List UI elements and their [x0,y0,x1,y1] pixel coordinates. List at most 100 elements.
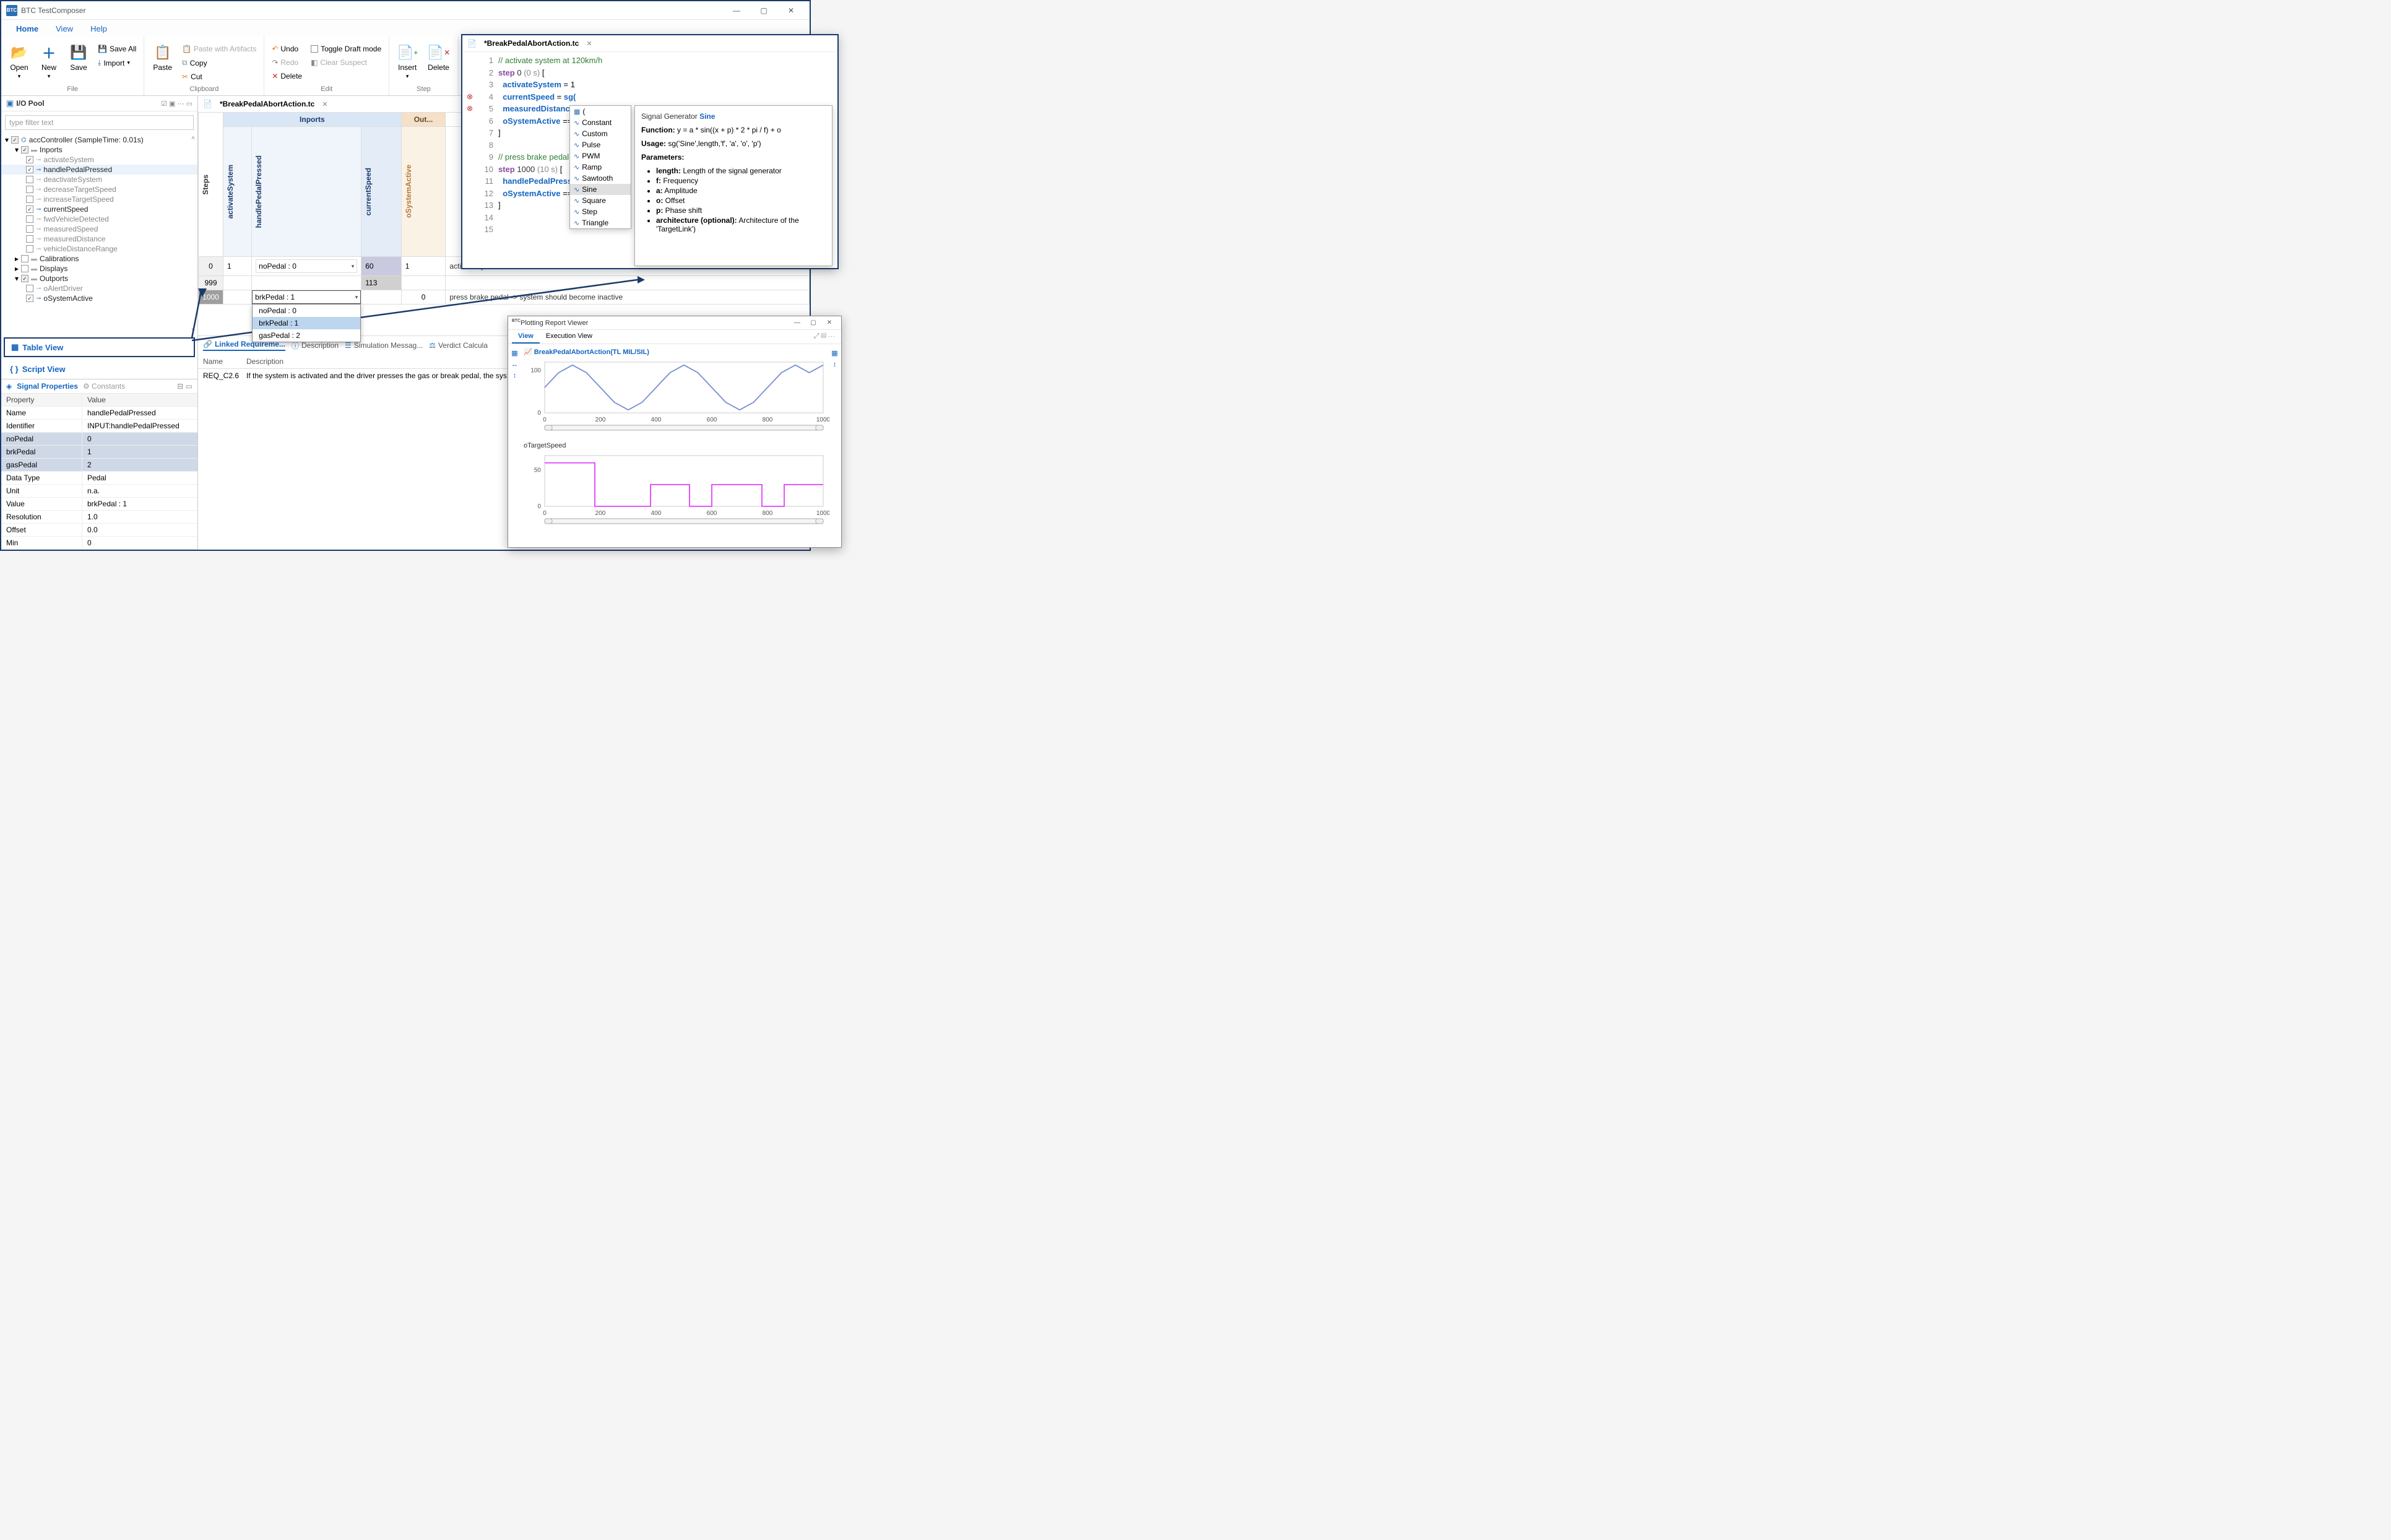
tree-signal-increaseTargetSpeed[interactable]: ⊸increaseTargetSpeed [1,194,197,204]
tree-signal-fwdVehicleDetected[interactable]: ⊸fwdVehicleDetected [1,214,197,224]
copy-button[interactable]: ⧉Copy [179,57,259,69]
cell[interactable]: 0 [401,290,446,305]
completion-item[interactable]: ∿Step [570,206,631,217]
completion-item[interactable]: ∿Pulse [570,139,631,150]
code-completion-popup[interactable]: ▦(∿Constant∿Custom∿Pulse∿PWM∿Ramp∿Sawtoo… [569,105,631,229]
code-line[interactable]: ⊗4 currentSpeed = sg( [465,91,835,103]
checkbox-icon[interactable] [26,196,33,203]
delete-button[interactable]: ✕Delete [269,71,305,82]
editor-tab[interactable]: *BreakPedalAbortAction.tc [216,98,318,110]
checkbox-icon[interactable] [26,205,33,213]
code-line[interactable]: 2step 0 (0 s) [ [465,67,835,79]
tree-scroll-down[interactable]: ˅ [191,327,195,334]
displays-folder[interactable]: Displays [40,264,67,273]
signal-tree[interactable]: ˄ ▾⌬accController (SampleTime: 0.01s) ▾▬… [1,134,197,335]
checkbox-icon[interactable] [26,225,33,233]
completion-item[interactable]: ∿Constant [570,117,631,128]
maximize-button[interactable]: ▢ [750,2,777,19]
outports-folder[interactable]: Outports [40,274,68,283]
table-view-toggle[interactable]: ▦ Table View [4,337,195,357]
enum-option[interactable]: gasPedal : 2 [253,329,360,342]
redo-button[interactable]: ↷Redo [269,57,305,68]
tree-signal-currentSpeed[interactable]: ⊸currentSpeed [1,204,197,214]
completion-item[interactable]: ∿Square [570,195,631,206]
tree-root[interactable]: accController (SampleTime: 0.01s) [29,136,144,144]
comment-cell[interactable] [446,276,810,290]
completion-item[interactable]: ∿Ramp [570,162,631,173]
menu-help[interactable]: Help [82,22,116,36]
plot-side-toolbar[interactable]: ▦↔↕ [509,347,520,545]
cell[interactable] [252,276,361,290]
col-activateSystem[interactable]: activateSystem [225,161,236,222]
import-button[interactable]: ⤓Import ▾ [95,57,139,69]
tree-signal-vehicleDistanceRange[interactable]: ⊸vehicleDistanceRange [1,244,197,254]
plot-toolbar[interactable]: ⤢ ▤ ⋯ [811,330,837,344]
script-tab[interactable]: *BreakPedalAbortAction.tc [480,38,582,49]
checkbox-icon[interactable] [26,245,33,253]
checkbox-icon[interactable] [26,176,33,183]
completion-item[interactable]: ∿Triangle [570,217,631,228]
code-line[interactable]: 3 activateSystem = 1 [465,79,835,91]
checkbox-icon[interactable] [26,235,33,243]
panel-controls[interactable]: ⊟ ▭ [177,382,192,391]
completion-item[interactable]: ∿Sawtooth [570,173,631,184]
tree-signal-oSystemActive[interactable]: ⊸oSystemActive [1,293,197,303]
chevron-down-icon[interactable]: ▾ [352,263,355,270]
step-cell[interactable]: 999 [199,276,223,290]
tree-signal-activateSystem[interactable]: ⊸activateSystem [1,155,197,165]
enum-option[interactable]: brkPedal : 1 [253,317,360,329]
cell[interactable] [223,290,252,305]
completion-item[interactable]: ▦( [570,106,631,117]
inports-folder[interactable]: Inports [40,145,63,154]
cell[interactable] [401,276,446,290]
cut-button[interactable]: ✂Cut [179,71,259,82]
cell[interactable] [223,276,252,290]
checkbox-icon[interactable] [26,215,33,223]
tab-signal-properties[interactable]: Signal Properties [17,382,78,391]
script-view-toggle[interactable]: { } Script View [1,360,197,379]
delete-step-button[interactable]: 📄✕ Delete [424,42,453,73]
close-tab-icon[interactable]: ✕ [322,100,327,108]
col-handlePedalPressed[interactable]: handlePedalPressed [253,152,264,231]
undo-button[interactable]: ↶Undo [269,43,305,54]
chart-2[interactable]: 05002004006008001000 [520,451,829,531]
plot-tab-view[interactable]: View [512,330,540,344]
tree-signal-measuredDistance[interactable]: ⊸measuredDistance [1,234,197,244]
maximize-button[interactable]: ▢ [805,318,821,329]
tree-signal-measuredSpeed[interactable]: ⊸measuredSpeed [1,224,197,234]
tree-signal-oAlertDriver[interactable]: ⊸oAlertDriver [1,283,197,293]
tree-signal-decreaseTargetSpeed[interactable]: ⊸decreaseTargetSpeed [1,184,197,194]
cell[interactable] [361,290,402,305]
checkbox-icon[interactable] [26,285,33,292]
table-row[interactable]: 999 113 [199,276,810,290]
save-button[interactable]: 💾 Save [66,42,92,73]
tree-scroll-up[interactable]: ˄ [191,135,195,142]
menu-home[interactable]: Home [7,22,47,36]
completion-item[interactable]: ∿PWM [570,150,631,162]
cell[interactable]: 1 [401,257,446,276]
enum-option[interactable]: noPedal : 0 [253,305,360,317]
insert-step-button[interactable]: 📄+ Insert▾ [394,42,420,81]
plot-tab-execution[interactable]: Execution View [540,330,599,344]
comment-cell[interactable]: press brake pedal -> system should becom… [446,290,810,305]
open-button[interactable]: 📂 Open▾ [6,42,32,81]
minimize-button[interactable]: — [789,318,805,329]
completion-item[interactable]: ∿Sine [570,184,631,195]
checkbox-icon[interactable] [26,295,33,302]
tree-signal-handlePedalPressed[interactable]: ⊸handlePedalPressed [1,165,197,175]
minimize-button[interactable]: — [723,2,750,19]
save-all-button[interactable]: 💾Save All [95,43,139,54]
step-cell[interactable]: 0 [199,257,223,276]
cell[interactable]: 1 [223,257,252,276]
toggle-draft-button[interactable]: Toggle Draft mode [308,43,384,54]
filter-input[interactable] [5,115,194,130]
calibrations-folder[interactable]: Calibrations [40,254,79,263]
table-row[interactable]: 1000 brkPedal : 1▾ noPedal : 0brkPedal :… [199,290,810,305]
clear-suspect-button[interactable]: ◧Clear Suspect [308,57,384,68]
plot-side-toolbar-right[interactable]: ▦↕ [829,347,840,545]
checkbox-icon[interactable] [26,166,33,173]
menu-view[interactable]: View [47,22,82,36]
new-button[interactable]: ＋ New▾ [36,42,62,81]
chevron-down-icon[interactable]: ▾ [355,294,358,301]
enum-dropdown[interactable]: noPedal : 0brkPedal : 1gasPedal : 2 [252,304,361,342]
